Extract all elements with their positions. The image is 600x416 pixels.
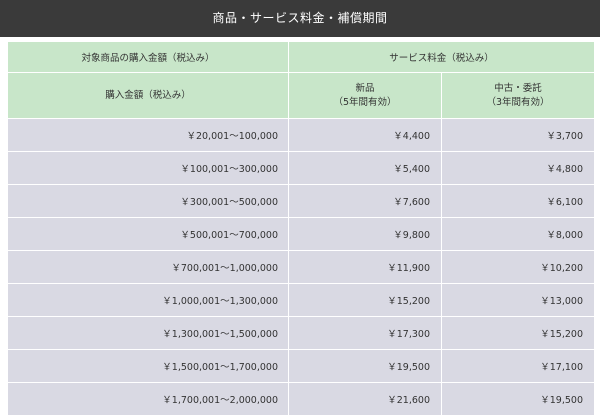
- table-row: ￥20,001～100,000 ￥4,400 ￥3,700: [7, 118, 596, 152]
- header-used-period: （3年間有効）: [486, 96, 550, 108]
- purchase-range-cell: ￥20,001～100,000: [7, 118, 289, 152]
- purchase-range-cell: ￥1,000,001～1,300,000: [7, 283, 289, 317]
- purchase-range-cell: ￥500,001～700,000: [7, 217, 289, 251]
- table-row: ￥1,500,001～1,700,000 ￥19,500 ￥17,100: [7, 349, 596, 383]
- new-fee-cell: ￥19,500: [288, 349, 442, 383]
- new-fee-cell: ￥9,800: [288, 217, 442, 251]
- purchase-range-cell: ￥300,001～500,000: [7, 184, 289, 218]
- used-fee-cell: ￥4,800: [440, 151, 596, 185]
- table-row: ￥700,001～1,000,000 ￥11,900 ￥10,200: [7, 250, 596, 284]
- used-fee-cell: ￥8,000: [440, 217, 596, 251]
- new-fee-cell: ￥15,200: [288, 283, 442, 317]
- header-new: 新品 （5年間有効）: [288, 72, 442, 119]
- header-used-label: 中古・委託: [494, 82, 542, 94]
- purchase-range-cell: ￥700,001～1,000,000: [7, 250, 289, 284]
- used-fee-cell: ￥6,100: [440, 184, 596, 218]
- used-fee-cell: ￥19,500: [440, 382, 596, 416]
- purchase-range-cell: ￥1,700,001～2,000,000: [7, 382, 289, 416]
- table-row: ￥1,300,001～1,500,000 ￥17,300 ￥15,200: [7, 316, 596, 350]
- table-row: ￥1,700,001～2,000,000 ￥21,600 ￥19,500: [7, 382, 596, 416]
- new-fee-cell: ￥7,600: [288, 184, 442, 218]
- purchase-range-cell: ￥1,500,001～1,700,000: [7, 349, 289, 383]
- page-title: 商品・サービス料金・補償期間: [0, 0, 600, 37]
- new-fee-cell: ￥11,900: [288, 250, 442, 284]
- table-row: ￥1,000,001～1,300,000 ￥15,200 ￥13,000: [7, 283, 596, 317]
- new-fee-cell: ￥21,600: [288, 382, 442, 416]
- header-row-top: 対象商品の購入金額（税込み） サービス料金（税込み）: [7, 41, 596, 73]
- header-new-period: （5年間有効）: [333, 96, 397, 108]
- used-fee-cell: ￥13,000: [440, 283, 596, 317]
- header-row-sub: 購入金額（税込み） 新品 （5年間有効） 中古・委託 （3年間有効）: [7, 72, 596, 119]
- header-purchase-amount-sub: 購入金額（税込み）: [7, 72, 289, 119]
- purchase-range-cell: ￥1,300,001～1,500,000: [7, 316, 289, 350]
- table-row: ￥300,001～500,000 ￥7,600 ￥6,100: [7, 184, 596, 218]
- price-table: 対象商品の購入金額（税込み） サービス料金（税込み） 購入金額（税込み） 新品 …: [7, 41, 596, 416]
- new-fee-cell: ￥4,400: [288, 118, 442, 152]
- header-used: 中古・委託 （3年間有効）: [440, 72, 596, 119]
- used-fee-cell: ￥15,200: [440, 316, 596, 350]
- purchase-range-cell: ￥100,001～300,000: [7, 151, 289, 185]
- new-fee-cell: ￥5,400: [288, 151, 442, 185]
- table-row: ￥100,001～300,000 ￥5,400 ￥4,800: [7, 151, 596, 185]
- header-purchase-amount: 対象商品の購入金額（税込み）: [7, 41, 289, 73]
- used-fee-cell: ￥17,100: [440, 349, 596, 383]
- used-fee-cell: ￥3,700: [440, 118, 596, 152]
- header-service-fee: サービス料金（税込み）: [287, 41, 596, 73]
- header-new-label: 新品: [355, 82, 375, 94]
- used-fee-cell: ￥10,200: [440, 250, 596, 284]
- new-fee-cell: ￥17,300: [288, 316, 442, 350]
- table-row: ￥500,001～700,000 ￥9,800 ￥8,000: [7, 217, 596, 251]
